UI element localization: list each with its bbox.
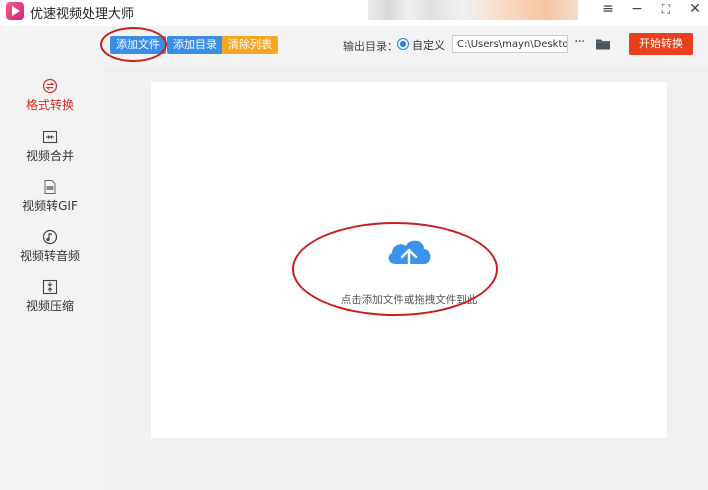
add-directory-button[interactable]: 添加目录	[167, 36, 223, 54]
custom-radio-label[interactable]: 自定义	[412, 37, 445, 53]
more-options-button[interactable]: ···	[574, 34, 585, 50]
output-path-field[interactable]: C:\Users\mayn\Desktop	[452, 35, 568, 53]
sidebar-item-video-to-gif[interactable]: 视频转GIF	[0, 179, 100, 229]
sidebar-item-label: 视频合并	[25, 149, 74, 163]
sidebar-item-label: 视频转音频	[19, 249, 80, 263]
maximize-icon[interactable]: ⛶	[655, 0, 677, 20]
close-icon[interactable]: ✕	[684, 0, 706, 20]
audio-icon	[42, 229, 58, 245]
gif-icon	[44, 180, 56, 194]
video-merge-icon	[42, 130, 58, 144]
output-directory-label: 输出目录：	[343, 40, 398, 53]
sidebar-item-label: 格式转换	[25, 98, 74, 112]
annotation-circle-drop-zone	[292, 222, 498, 316]
sidebar-item-video-compress[interactable]: 视频压缩	[0, 279, 100, 329]
format-convert-icon	[42, 78, 58, 94]
clear-list-button[interactable]: 清除列表	[222, 36, 278, 54]
toolbar: 添加文件 添加目录 清除列表 输出目录： 自定义 C:\Users\mayn\D…	[103, 26, 708, 66]
sidebar: 格式转换 视频合并 视频转GIF 视频转音频 视频压缩	[0, 26, 103, 490]
annotation-circle-add-file	[100, 27, 167, 62]
sidebar-item-label: 视频压缩	[25, 299, 74, 313]
folder-icon[interactable]	[595, 36, 611, 52]
sidebar-item-video-to-audio[interactable]: 视频转音频	[0, 229, 100, 279]
sidebar-item-video-merge[interactable]: 视频合并	[0, 129, 100, 179]
menu-icon[interactable]: ≡	[597, 0, 619, 20]
minimize-icon[interactable]: −	[626, 0, 648, 20]
app-logo-icon	[6, 2, 24, 20]
sidebar-item-format-convert[interactable]: 格式转换	[0, 78, 100, 128]
custom-radio[interactable]	[397, 38, 409, 50]
compress-icon	[42, 279, 58, 295]
blurred-banner	[368, 0, 578, 20]
app-title: 优速视频处理大师	[30, 7, 135, 22]
title-bar: 优速视频处理大师 ≡ − ⛶ ✕	[0, 0, 708, 24]
start-convert-button[interactable]: 开始转换	[629, 33, 693, 55]
sidebar-item-label: 视频转GIF	[22, 199, 78, 213]
